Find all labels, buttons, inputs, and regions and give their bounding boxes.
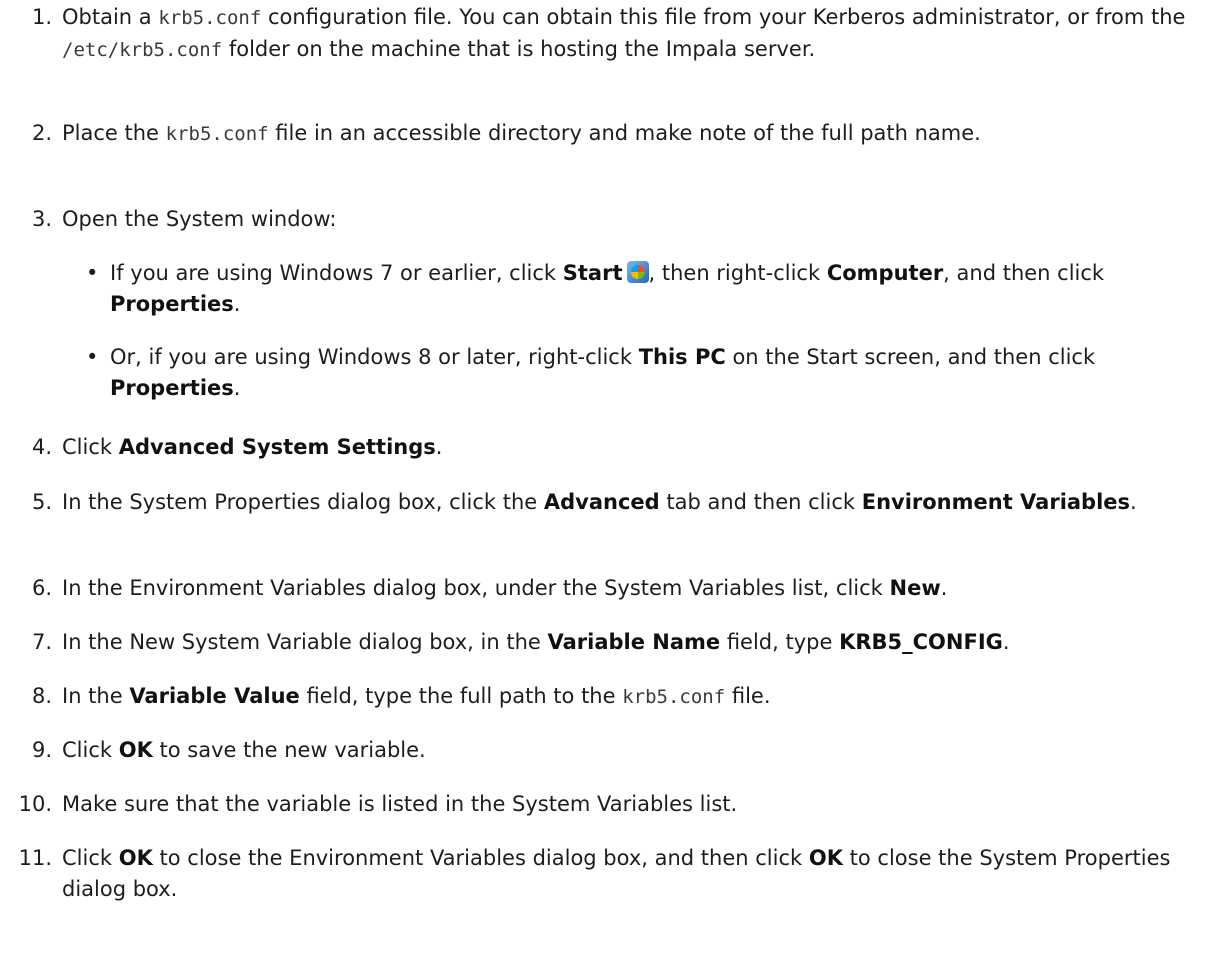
step-text: Place the krb5.conf file in an accessibl… [62, 121, 981, 145]
step-text: Click OK to close the Environment Variab… [62, 846, 1171, 901]
step-text: Click Advanced System Settings. [62, 435, 443, 459]
step-6: 6. In the Environment Variables dialog b… [0, 573, 1221, 605]
windows-start-orb-icon [626, 261, 649, 283]
step-number: 1. [31, 5, 52, 29]
step-number: 11. [18, 846, 52, 870]
step-text: Open the System window: [62, 207, 337, 231]
step-number: 9. [31, 738, 52, 762]
step-9: 9. Click OK to save the new variable. [0, 735, 1221, 767]
step-number: 10. [18, 792, 52, 816]
substep-text: Or, if you are using Windows 8 or later,… [110, 345, 1096, 400]
step-10: 10. Make sure that the variable is liste… [0, 789, 1221, 821]
step-number: 6. [31, 576, 52, 600]
step-text: In the New System Variable dialog box, i… [62, 630, 1010, 654]
step-number: 5. [31, 490, 52, 514]
substep-text: If you are using Windows 7 or earlier, c… [110, 261, 1105, 316]
step-number: 2. [31, 121, 52, 145]
code-etc-krb5-conf: /etc/krb5.conf [62, 39, 223, 61]
step-3: 3. Open the System window: [0, 204, 1221, 236]
bullet: • [86, 345, 99, 369]
code-krb5-conf: krb5.conf [165, 123, 269, 145]
step-text: Obtain a krb5.conf configuration file. Y… [62, 5, 1186, 61]
substep-windows-7: • If you are using Windows 7 or earlier,… [86, 258, 1206, 322]
code-krb5-conf: krb5.conf [158, 7, 262, 29]
step-number: 7. [31, 630, 52, 654]
code-krb5-conf: krb5.conf [622, 686, 726, 708]
step-2: 2. Place the krb5.conf file in an access… [0, 118, 1221, 182]
step-5: 5. In the System Properties dialog box, … [0, 487, 1221, 551]
step-11: 11. Click OK to close the Environment Va… [0, 843, 1221, 907]
step-text: In the System Properties dialog box, cli… [62, 490, 1137, 514]
step-number: 3. [31, 207, 52, 231]
bullet: • [86, 261, 99, 285]
step-text: Make sure that the variable is listed in… [62, 792, 738, 816]
step-text: In the Environment Variables dialog box,… [62, 576, 948, 600]
step-4: 4. Click Advanced System Settings. [0, 432, 1221, 464]
substep-windows-8: • Or, if you are using Windows 8 or late… [86, 342, 1206, 406]
step-7: 7. In the New System Variable dialog box… [0, 627, 1221, 659]
step-8: 8. In the Variable Value field, type the… [0, 681, 1221, 713]
step-number: 4. [31, 435, 52, 459]
step-1: 1. Obtain a krb5.conf configuration file… [0, 2, 1221, 98]
step-text: In the Variable Value field, type the fu… [62, 684, 771, 708]
step-number: 8. [31, 684, 52, 708]
step-text: Click OK to save the new variable. [62, 738, 426, 762]
